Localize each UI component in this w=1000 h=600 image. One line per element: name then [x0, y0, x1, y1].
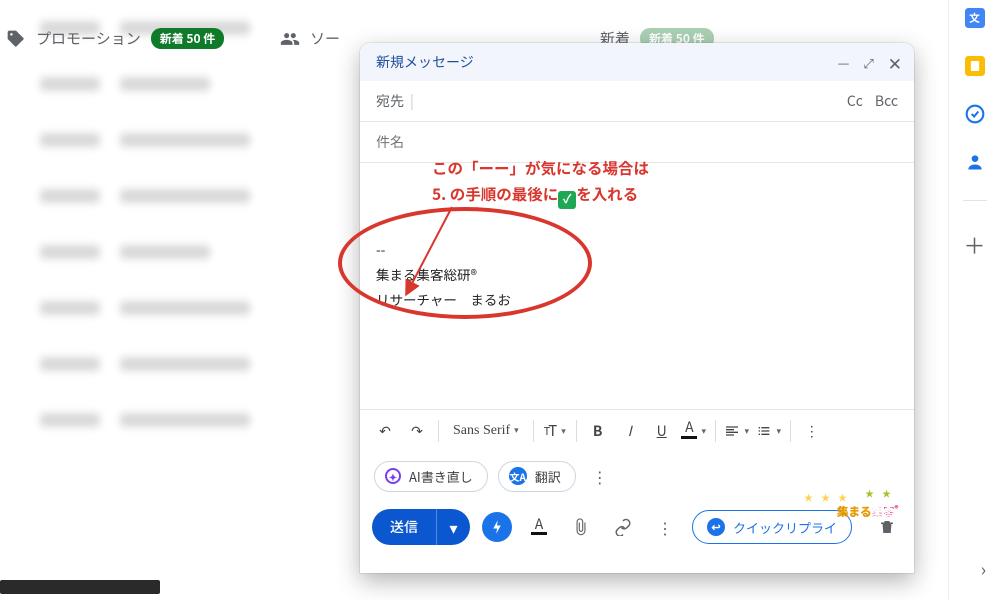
insert-link-button[interactable] — [608, 512, 638, 542]
compose-window: 新規メッセージ — ⤢ ✕ 宛先 | Cc Bcc この「ーー」が気になる場合は… — [360, 43, 914, 573]
compose-actions: 送信 ▾ A ⋮ ↩ クイックリプライ — [360, 501, 914, 553]
translate-icon: 文A — [509, 467, 527, 485]
align-icon — [724, 423, 740, 439]
redo-button[interactable]: ↷ — [402, 416, 432, 446]
list-button[interactable] — [754, 416, 784, 446]
side-panel: 文 ＋ — [948, 0, 1000, 600]
tab-promotions-badge: 新着 50 件 — [151, 28, 225, 49]
annotation-text: この「ーー」が気になる場合は 5. の手順の最後に✓を入れる — [432, 155, 649, 209]
tab-social-label: ソー — [310, 28, 340, 49]
mail-list-blurred — [0, 0, 360, 600]
compose-body[interactable]: この「ーー」が気になる場合は 5. の手順の最後に✓を入れる -- 集まる集客総… — [360, 163, 914, 409]
compose-title: 新規メッセージ — [376, 52, 474, 72]
confidential-bolt-button[interactable] — [482, 512, 512, 542]
subject-input[interactable] — [376, 132, 898, 152]
fullscreen-button[interactable]: ⤢ — [863, 53, 873, 72]
undo-button[interactable]: ↶ — [370, 416, 400, 446]
more-format-button[interactable]: ⋮ — [797, 416, 827, 446]
underline-button[interactable]: U — [647, 416, 677, 446]
sidepanel-keep-button[interactable] — [965, 56, 985, 76]
to-label: 宛先 — [376, 91, 404, 111]
bolt-icon — [488, 518, 506, 536]
chips-more-button[interactable]: ⋮ — [586, 459, 614, 493]
italic-button[interactable]: I — [615, 416, 645, 446]
trash-icon — [878, 518, 896, 536]
quick-reply-button[interactable]: ↩ クイックリプライ — [692, 510, 852, 544]
assist-chips-row: ✦ AI書き直し 文A 翻訳 ⋮ — [360, 451, 914, 501]
bottom-strip — [0, 580, 160, 594]
annotation-ellipse — [338, 207, 592, 319]
tag-icon — [6, 29, 26, 49]
translate-chip[interactable]: 文A 翻訳 — [498, 461, 576, 492]
more-actions-button[interactable]: ⋮ — [650, 512, 680, 542]
align-button[interactable] — [722, 416, 752, 446]
bold-button[interactable]: B — [583, 416, 613, 446]
svg-text:文: 文 — [969, 10, 980, 26]
bcc-button[interactable]: Bcc — [875, 91, 898, 111]
to-field[interactable]: 宛先 | Cc Bcc — [360, 81, 914, 122]
tab-promotions-label: プロモーション — [36, 28, 141, 49]
link-icon — [614, 518, 632, 536]
font-family-select[interactable]: Sans Serif — [445, 416, 527, 446]
text-color-button[interactable]: A — [679, 416, 709, 446]
send-button[interactable]: 送信 ▾ — [372, 509, 470, 545]
minimize-button[interactable]: — — [838, 53, 850, 72]
compose-header: 新規メッセージ — ⤢ ✕ — [360, 43, 914, 81]
sparkle-icon: ✦ — [385, 468, 401, 484]
tab-promotions[interactable]: プロモーション 新着 50 件 — [6, 28, 224, 49]
attach-button[interactable] — [566, 512, 596, 542]
sidepanel-add-button[interactable]: ＋ — [963, 229, 985, 261]
sidepanel-contacts-button[interactable] — [965, 152, 985, 172]
cc-button[interactable]: Cc — [847, 91, 863, 111]
list-icon — [756, 423, 772, 439]
font-size-button[interactable]: TT — [540, 416, 570, 446]
check-icon: ✓ — [558, 191, 576, 209]
format-toolbar: ↶ ↷ Sans Serif TT B I U A ⋮ — [360, 409, 914, 451]
send-dropdown-button[interactable]: ▾ — [436, 509, 470, 545]
sidepanel-expand-button[interactable]: › — [981, 556, 986, 582]
sidepanel-tasks-button[interactable] — [965, 104, 985, 124]
ai-rewrite-chip[interactable]: ✦ AI書き直し — [374, 461, 488, 492]
text-color-action[interactable]: A — [524, 512, 554, 542]
discard-button[interactable] — [872, 518, 902, 536]
tab-social[interactable]: ソー — [280, 28, 340, 49]
people-icon — [280, 29, 300, 49]
close-button[interactable]: ✕ — [888, 54, 902, 71]
quick-reply-icon: ↩ — [707, 518, 725, 536]
sidepanel-translate-button[interactable]: 文 — [965, 8, 985, 28]
paperclip-icon — [572, 518, 590, 536]
